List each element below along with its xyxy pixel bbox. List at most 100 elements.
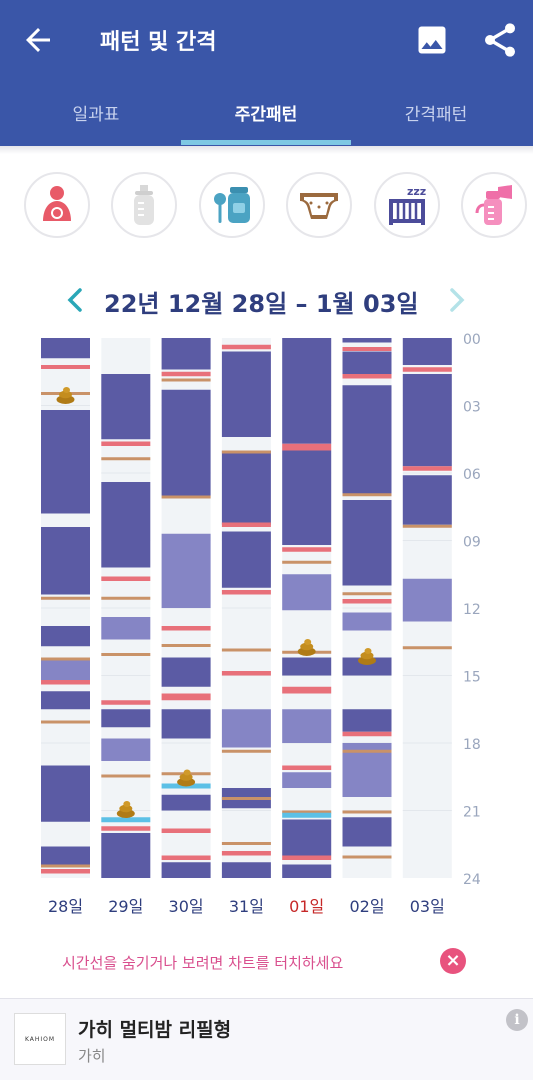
sleep-segment bbox=[221, 450, 271, 525]
arrow-left-icon[interactable] bbox=[20, 22, 56, 58]
food-mark bbox=[161, 495, 211, 499]
feeding-mark bbox=[221, 590, 271, 595]
breastfeeding-icon bbox=[43, 186, 71, 221]
food-mark bbox=[161, 378, 211, 382]
day-label: 30일 bbox=[169, 897, 204, 916]
feeding-mark bbox=[101, 826, 151, 831]
sleep-segment bbox=[402, 338, 452, 365]
date-range-bar: 22년 12월 28일 – 1월 03일 bbox=[0, 282, 533, 318]
ad-title[interactable]: 가히 멀티밤 리필형 bbox=[78, 1015, 231, 1042]
weekly-pattern-chart[interactable]: 28일 29일 30일 31일 01일 02일 03일 00 03 06 09 12 15 18 21 24 bbox=[0, 330, 533, 930]
food-mark bbox=[101, 774, 151, 778]
tab-bar: 일과표 주간패턴 간격패턴 bbox=[0, 80, 533, 146]
feeding-mark bbox=[402, 466, 452, 471]
hour-tick-label: 15 bbox=[463, 670, 481, 686]
feeding-mark bbox=[221, 671, 271, 676]
sleep-segment-light bbox=[282, 574, 332, 611]
food-mark bbox=[221, 648, 271, 652]
feeding-mark bbox=[221, 344, 271, 350]
feeding-mark bbox=[161, 626, 211, 631]
ad-banner[interactable]: KAHIOM 가히 멀티밤 리필형 가히 i bbox=[0, 998, 533, 1080]
sleep-segment bbox=[41, 527, 90, 595]
sleep-segment bbox=[221, 531, 271, 588]
feeding-mark bbox=[101, 441, 151, 446]
sleep-segment bbox=[41, 691, 90, 710]
tab-interval-pattern[interactable]: 간격패턴 bbox=[380, 100, 492, 125]
feeding-mark bbox=[342, 599, 392, 604]
sleep-segment bbox=[101, 709, 151, 728]
ad-logo: KAHIOM bbox=[14, 1013, 66, 1065]
poop-icon bbox=[304, 639, 312, 645]
feeding-mark bbox=[282, 765, 332, 770]
weekly-pattern-svg[interactable]: 28일 29일 30일 31일 01일 02일 03일 00 03 06 09 12 15 18 21 24 bbox=[0, 330, 533, 930]
tab-weekly-pattern[interactable]: 주간패턴 bbox=[181, 100, 351, 125]
food-mark bbox=[342, 855, 392, 859]
hour-tick-label: 24 bbox=[463, 872, 481, 888]
food-mark bbox=[342, 493, 392, 497]
image-icon[interactable] bbox=[414, 22, 450, 58]
day-label: 28일 bbox=[48, 897, 83, 916]
sleep-segment bbox=[41, 410, 90, 514]
food-mark bbox=[101, 653, 151, 656]
feeding-mark bbox=[342, 347, 392, 351]
feeding-mark bbox=[342, 731, 392, 737]
share-icon[interactable] bbox=[480, 20, 520, 60]
sleep-segment bbox=[342, 338, 392, 343]
feeding-mark bbox=[282, 686, 332, 694]
sleep-segment bbox=[161, 862, 211, 878]
breastfeeding-filter-button[interactable] bbox=[24, 172, 90, 238]
close-icon[interactable]: × bbox=[440, 948, 466, 974]
food-mark bbox=[342, 749, 392, 753]
sleep-segment bbox=[161, 389, 211, 496]
hour-tick-label: 18 bbox=[463, 737, 481, 753]
sleep-segment bbox=[342, 709, 392, 732]
sleep-segment bbox=[161, 709, 211, 739]
svg-text:zzz: zzz bbox=[407, 185, 426, 198]
diaper-filter-button[interactable] bbox=[286, 172, 352, 238]
day-label: 03일 bbox=[410, 897, 445, 916]
sleep-segment bbox=[282, 450, 332, 545]
hour-tick-label: 00 bbox=[463, 332, 481, 348]
feeding-mark bbox=[282, 855, 332, 860]
info-icon[interactable]: i bbox=[506, 1009, 528, 1031]
sleep-segment bbox=[342, 351, 392, 374]
poop-icon bbox=[123, 801, 131, 807]
baby-food-filter-button[interactable] bbox=[199, 172, 265, 238]
sleep-segment bbox=[221, 351, 271, 437]
hour-tick-label: 06 bbox=[463, 467, 481, 483]
bottle-filter-button[interactable] bbox=[111, 172, 177, 238]
feeding-mark bbox=[41, 680, 90, 685]
food-mark bbox=[402, 524, 452, 528]
food-mark bbox=[41, 596, 90, 600]
tab-daily-schedule[interactable]: 일과표 bbox=[40, 100, 152, 125]
page-title: 패턴 및 간격 bbox=[100, 30, 217, 55]
sleep-segment-light bbox=[342, 612, 392, 631]
sleep-segment-light bbox=[282, 709, 332, 743]
sleep-segment bbox=[342, 817, 392, 847]
feeding-mark bbox=[41, 869, 90, 874]
feeding-mark bbox=[342, 374, 392, 379]
sleep-segment bbox=[342, 500, 392, 586]
sleep-segment bbox=[342, 385, 392, 496]
hour-tick-label: 03 bbox=[463, 400, 481, 416]
feeding-mark bbox=[221, 522, 271, 527]
breast-pump-filter-button[interactable] bbox=[461, 172, 527, 238]
sleep-segment bbox=[101, 374, 151, 440]
sleep-filter-button[interactable]: zzz bbox=[374, 172, 440, 238]
poop-icon bbox=[183, 769, 191, 776]
food-mark bbox=[402, 646, 452, 650]
day-label: 29일 bbox=[108, 897, 143, 916]
chevron-right-icon[interactable] bbox=[446, 286, 468, 314]
sleep-segment bbox=[402, 374, 452, 467]
food-mark bbox=[221, 797, 271, 800]
feeding-mark bbox=[101, 576, 151, 581]
feeding-mark bbox=[402, 367, 452, 372]
chevron-left-icon[interactable] bbox=[64, 286, 86, 314]
day-label: 31일 bbox=[229, 897, 264, 916]
poop-icon bbox=[364, 648, 372, 654]
active-tab-indicator bbox=[181, 140, 351, 145]
date-range-label: 22년 12월 28일 – 1월 03일 bbox=[104, 290, 419, 318]
day-label: 02일 bbox=[349, 897, 384, 916]
feeding-mark bbox=[161, 693, 211, 701]
hour-tick-label: 09 bbox=[463, 535, 481, 551]
